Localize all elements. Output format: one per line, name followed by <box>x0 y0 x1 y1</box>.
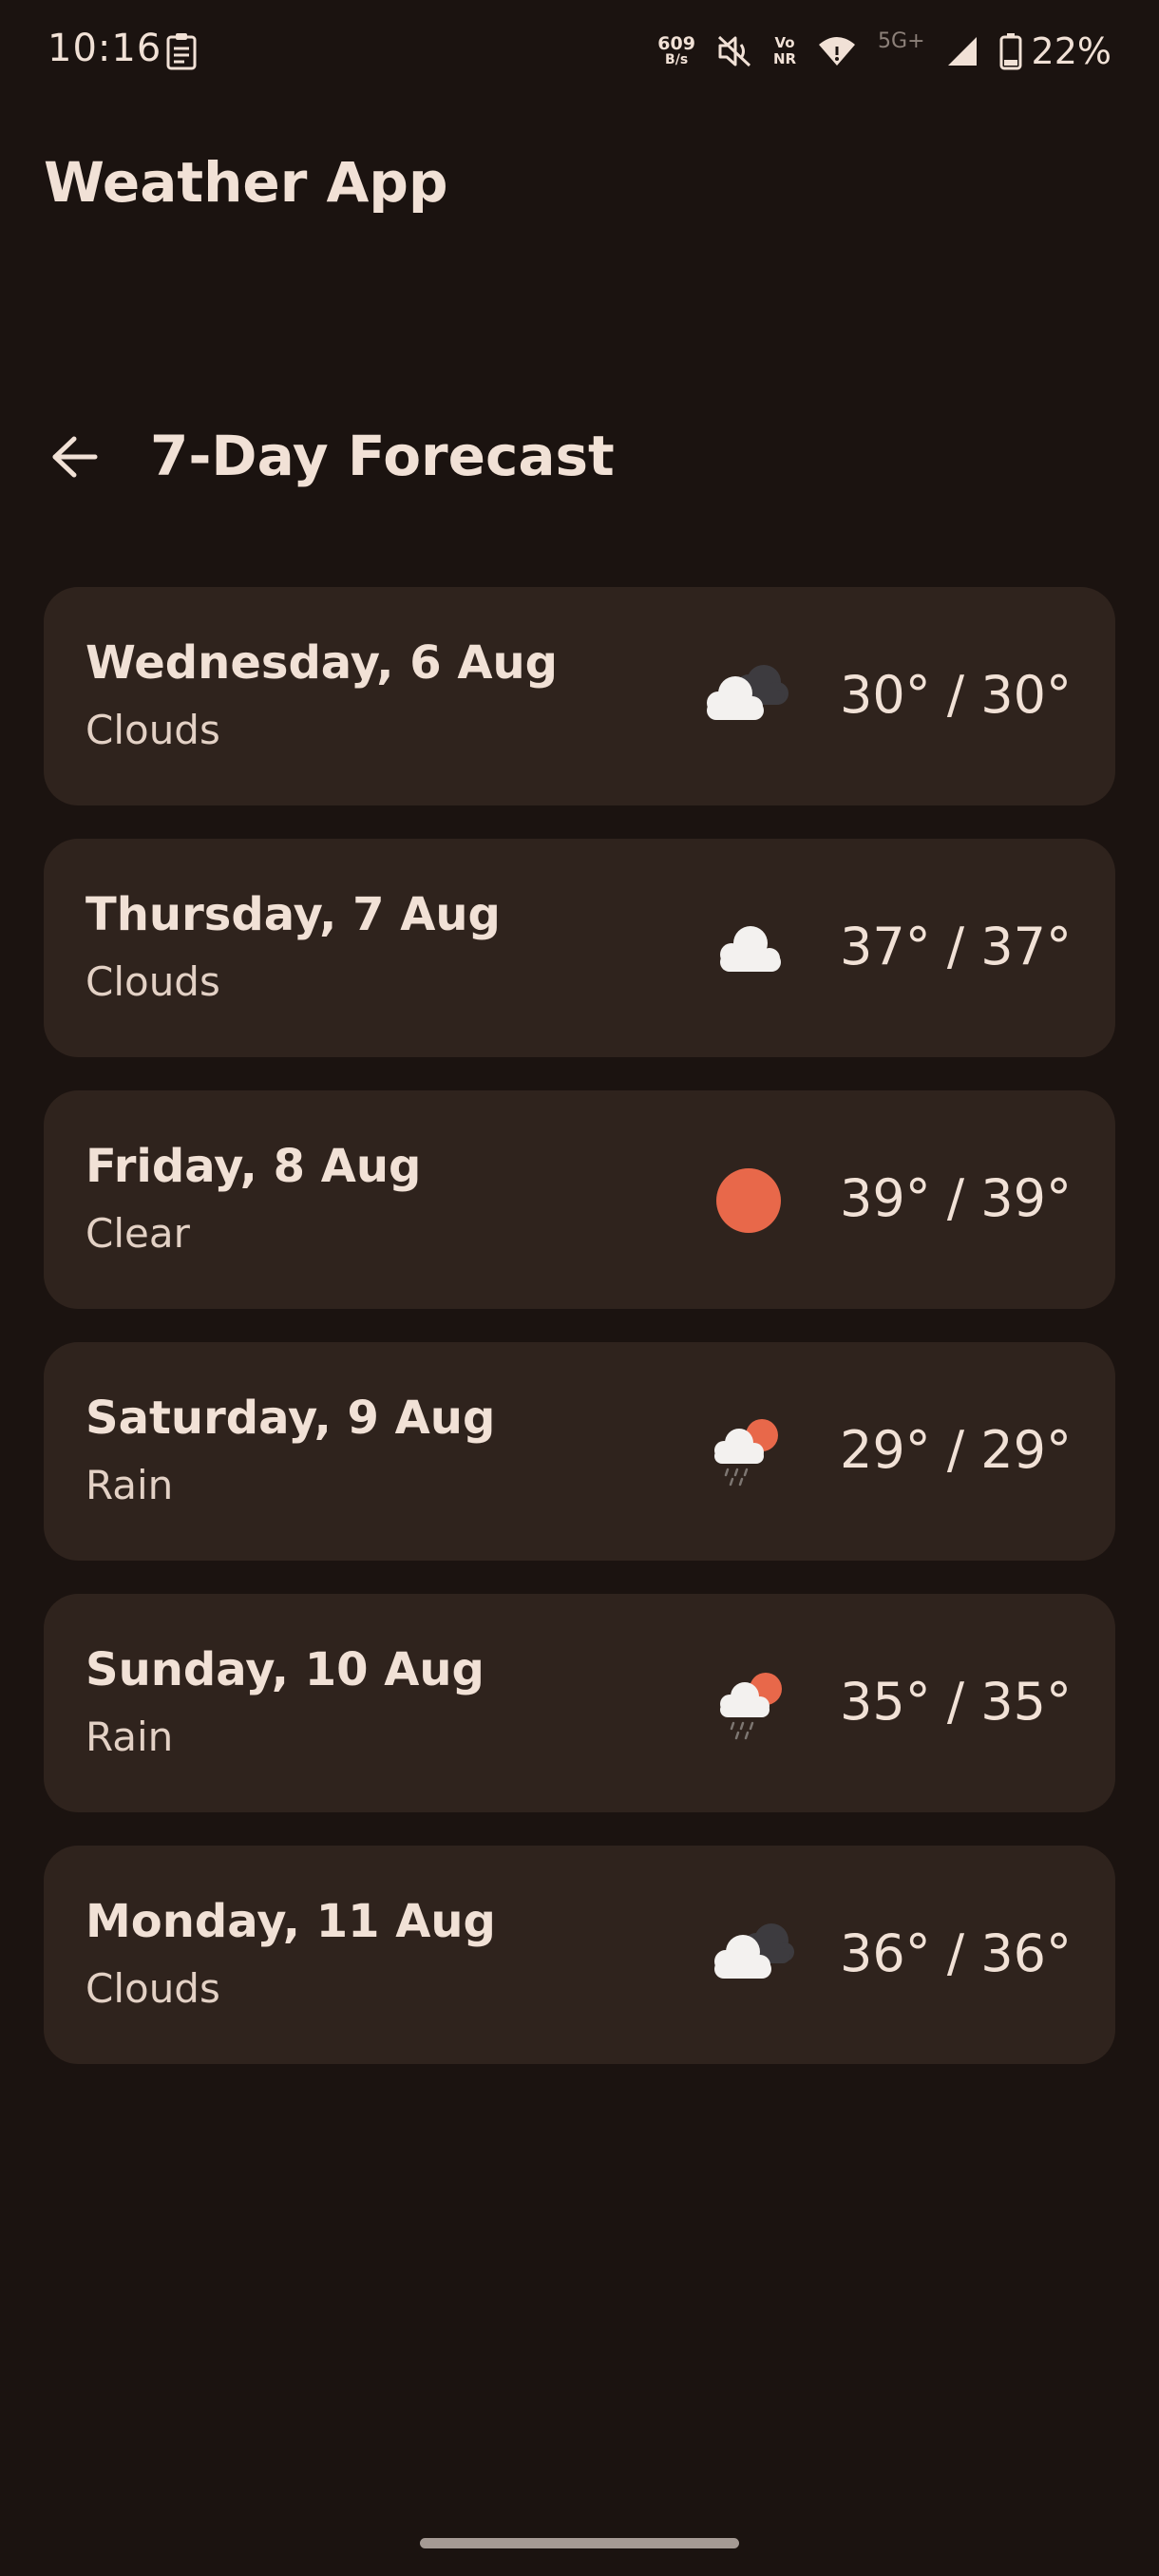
clipboard-icon <box>166 33 197 70</box>
forecast-card[interactable]: Friday, 8 Aug Clear 39° / 39° <box>44 1090 1115 1309</box>
forecast-temp: 30° / 30° <box>840 665 1072 725</box>
rain-sun-icon <box>720 1673 782 1740</box>
forecast-day: Sunday, 10 Aug <box>86 1643 484 1696</box>
volte-indicator: Vo NR <box>773 35 796 67</box>
signal-icon <box>947 37 977 66</box>
cloudy-icon <box>714 1923 794 1979</box>
forecast-condition: Rain <box>86 1714 174 1760</box>
forecast-card[interactable]: Saturday, 9 Aug Rain 29° / 29° <box>44 1342 1115 1561</box>
forecast-list: Wednesday, 6 Aug Clouds 30° / 30° Thursd… <box>44 587 1115 2097</box>
forecast-day: Monday, 11 Aug <box>86 1895 496 1948</box>
battery-percent: 22% <box>1031 30 1112 72</box>
page-title: 7-Day Forecast <box>150 424 615 488</box>
forecast-condition: Clouds <box>86 1965 220 2012</box>
forecast-card[interactable]: Monday, 11 Aug Clouds 36° / 36° <box>44 1846 1115 2064</box>
network-type: 5G+ <box>878 28 925 53</box>
wifi-icon <box>819 37 856 66</box>
forecast-temp: 37° / 37° <box>840 917 1072 976</box>
forecast-condition: Clouds <box>86 707 220 753</box>
forecast-day: Saturday, 9 Aug <box>86 1392 496 1445</box>
network-speed-unit: B/s <box>665 52 689 67</box>
cloudy-icon <box>707 665 788 720</box>
home-indicator[interactable] <box>420 2538 739 2548</box>
forecast-condition: Clouds <box>86 958 220 1005</box>
battery-icon <box>999 33 1022 70</box>
forecast-card[interactable]: Wednesday, 6 Aug Clouds 30° / 30° <box>44 587 1115 805</box>
volte-top: Vo <box>774 34 795 51</box>
forecast-day: Thursday, 7 Aug <box>86 888 501 941</box>
forecast-day: Wednesday, 6 Aug <box>86 636 559 690</box>
network-speed: 609 B/s <box>657 35 695 67</box>
forecast-temp: 35° / 35° <box>840 1672 1072 1732</box>
app-title: Weather App <box>44 150 448 215</box>
status-time: 10:16 <box>48 27 162 70</box>
forecast-card[interactable]: Sunday, 10 Aug Rain 35° / 35° <box>44 1594 1115 1812</box>
forecast-condition: Clear <box>86 1210 190 1257</box>
rain-sun-icon <box>714 1419 778 1487</box>
cloud-icon <box>720 926 781 972</box>
volte-bottom: NR <box>772 50 797 67</box>
back-button[interactable] <box>42 424 108 490</box>
forecast-card[interactable]: Thursday, 7 Aug Clouds 37° / 37° <box>44 839 1115 1057</box>
status-bar: 10:16 609 B/s Vo NR 5G+ 22% <box>0 0 1159 99</box>
forecast-temp: 29° / 29° <box>840 1420 1072 1480</box>
network-speed-value: 609 <box>657 33 695 54</box>
sun-icon <box>716 1168 781 1233</box>
mute-icon <box>717 35 750 67</box>
forecast-condition: Rain <box>86 1462 174 1508</box>
forecast-temp: 39° / 39° <box>840 1168 1072 1228</box>
arrow-back-icon <box>52 436 98 478</box>
forecast-day: Friday, 8 Aug <box>86 1140 422 1193</box>
forecast-temp: 36° / 36° <box>840 1923 1072 1983</box>
